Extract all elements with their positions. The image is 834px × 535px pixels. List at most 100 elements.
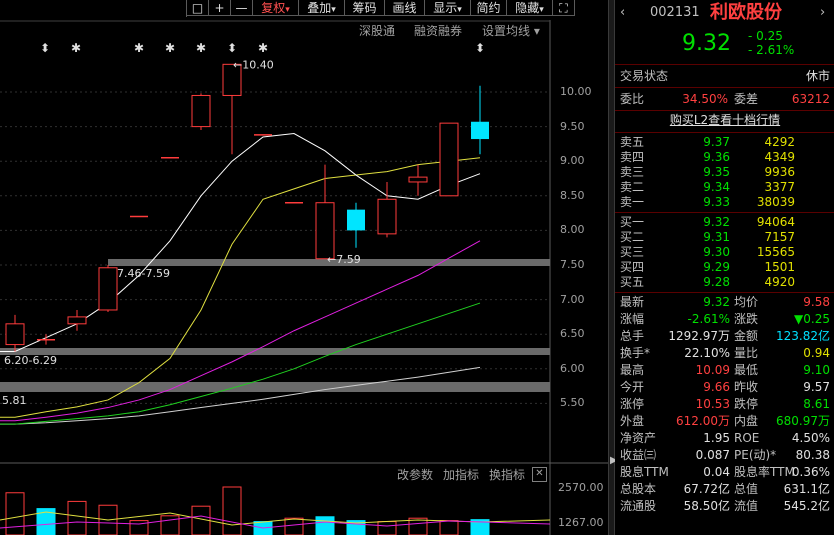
candle-body [471,121,489,140]
modify-params-button[interactable]: 改参数 [397,466,433,483]
stat-value: 0.04 [703,465,730,479]
stat-row: 今开 9.66 昨收 9.57 [620,380,830,395]
level-volume: 38039 [756,195,795,209]
price-tick: 5.50 [560,396,585,410]
level-label: 卖二 [620,180,645,194]
stat-value: ▼0.25 [794,312,830,326]
bid-row: 买三 9.30 15565 [620,245,830,260]
volume-bar [439,520,459,535]
stock-header: ‹ 002131 利欧股份 › [620,2,830,24]
stat-label: 量比 [734,346,759,360]
stock-code: 002131 [650,5,700,20]
stat-label: 最高 [620,363,645,377]
stat-value: 9.57 [803,380,830,394]
order-ratio-value: 34.50% [682,92,728,106]
bid-row: 买五 9.28 4920 [620,275,830,290]
price-tick: 6.00 [560,361,585,375]
event-marker: ✱ [165,41,175,55]
event-marker: ⬍ [40,41,50,55]
level-volume: 3377 [764,180,795,194]
stat-label: 昨收 [734,380,759,394]
volume-bar [160,515,180,535]
event-marker: ✱ [134,41,144,55]
volume-bar [5,492,25,535]
stat-label: 换手* [620,346,651,360]
candle-body [377,198,397,235]
price-tick: 10.00 [560,85,592,98]
stat-value: 1.95 [703,431,730,445]
change-indicator-button[interactable]: 换指标 [489,466,525,483]
stat-label: 均价 [734,295,759,309]
level-price: 9.30 [703,245,730,259]
order-ratio-label: 委比 [620,92,645,106]
quote-panel: ‹ 002131 利欧股份 › 9.32 - 0.25 - 2.61% 交易状态… [615,0,834,535]
level-price: 9.36 [703,150,730,164]
bid-row: 买二 9.31 7157 [620,230,830,245]
prev-stock-icon[interactable]: ‹ [620,2,625,24]
volume-bar [315,516,335,535]
low-price-label: ←7.59 [327,253,361,266]
bid-row: 买四 9.29 1501 [620,260,830,275]
order-diff-value: 63212 [791,92,830,106]
divider-line [615,64,834,65]
kline-panel[interactable]: □ + — 复权▾ 叠加▾ 筹码 画线 显示▾ 简约 隐藏▾ ⛶ 深股通 融资融券 设置均线 ▾ ⬍… [0,0,608,535]
price-tick: 9.00 [560,154,585,168]
level-label: 卖五 [620,135,645,149]
l2-purchase-link[interactable]: 购买L2查看十档行情 [670,113,780,127]
add-indicator-button[interactable]: 加指标 [443,466,479,483]
ma-long-line [0,366,481,425]
level-volume: 9936 [764,165,795,179]
price-tick: 9.50 [560,119,585,133]
level-price: 9.28 [703,275,730,289]
stat-row: 外盘 612.00万 内盘 680.97万 [620,414,830,429]
level-volume: 94064 [756,215,795,229]
volume-bar [222,486,242,535]
range-label: 5.81 [2,394,27,407]
level-price: 9.34 [703,180,730,194]
stat-row: 总手 1292.97万 金额 123.82亿 [620,329,830,344]
price-tick: 8.50 [560,188,585,202]
divider-line [615,110,834,111]
event-marker: ⬍ [475,41,485,55]
stat-label: 最低 [734,363,759,377]
stat-label: 涨停 [620,397,645,411]
panel-splitter[interactable]: ▶ [608,0,618,535]
price-tick: 6.50 [560,327,585,341]
candle-body [191,94,211,128]
stat-value: 0.94 [803,346,830,360]
chip-band [0,348,550,355]
level-label: 买五 [620,275,645,289]
stat-label: 净资产 [620,431,657,445]
stat-label: 金额 [734,329,759,343]
price-tick: 7.00 [560,292,585,306]
level-label: 卖一 [620,195,645,209]
bid-row: 买一 9.32 94064 [620,215,830,230]
close-indicator-icon[interactable]: ✕ [532,467,547,482]
stat-row: 涨停 10.53 跌停 8.61 [620,397,830,412]
stat-label: 今开 [620,380,645,394]
order-ratio-row: 委比 34.50% 委差 63212 [620,92,830,107]
stat-label: 最新 [620,295,645,309]
stat-row: 最高 10.09 最低 9.10 [620,363,830,378]
stat-value: 123.82亿 [776,329,830,343]
order-diff-label: 委差 [734,92,759,106]
level-price: 9.32 [703,215,730,229]
stat-label: ROE [734,431,760,445]
ask-row: 卖三 9.35 9936 [620,165,830,180]
level-volume: 1501 [764,260,795,274]
stat-value: 58.50亿 [683,499,730,513]
stat-value: 612.00万 [676,414,730,428]
range-label: 7.46-7.59 [117,267,170,280]
stat-row: 总股本 67.72亿 总值 631.1亿 [620,482,830,497]
level-price: 9.33 [703,195,730,209]
stat-value: 631.1亿 [783,482,830,496]
stat-value: -2.61% [687,312,730,326]
trade-status-value: 休市 [805,69,830,83]
stat-value: 680.97万 [776,414,830,428]
stat-value: 22.10% [684,346,730,360]
stat-value: 10.09 [695,363,730,377]
next-stock-icon[interactable]: › [820,2,825,24]
level-price: 9.31 [703,230,730,244]
stat-row: 最新 9.32 均价 9.58 [620,295,830,310]
candlestick-chart[interactable]: ⬍ ✱ ✱ ✱ ✱ ⬍ ✱ ⬍ ←10.40 ←7.59 7.46-7.59 6.20-6.29 5.8… [0,0,608,535]
